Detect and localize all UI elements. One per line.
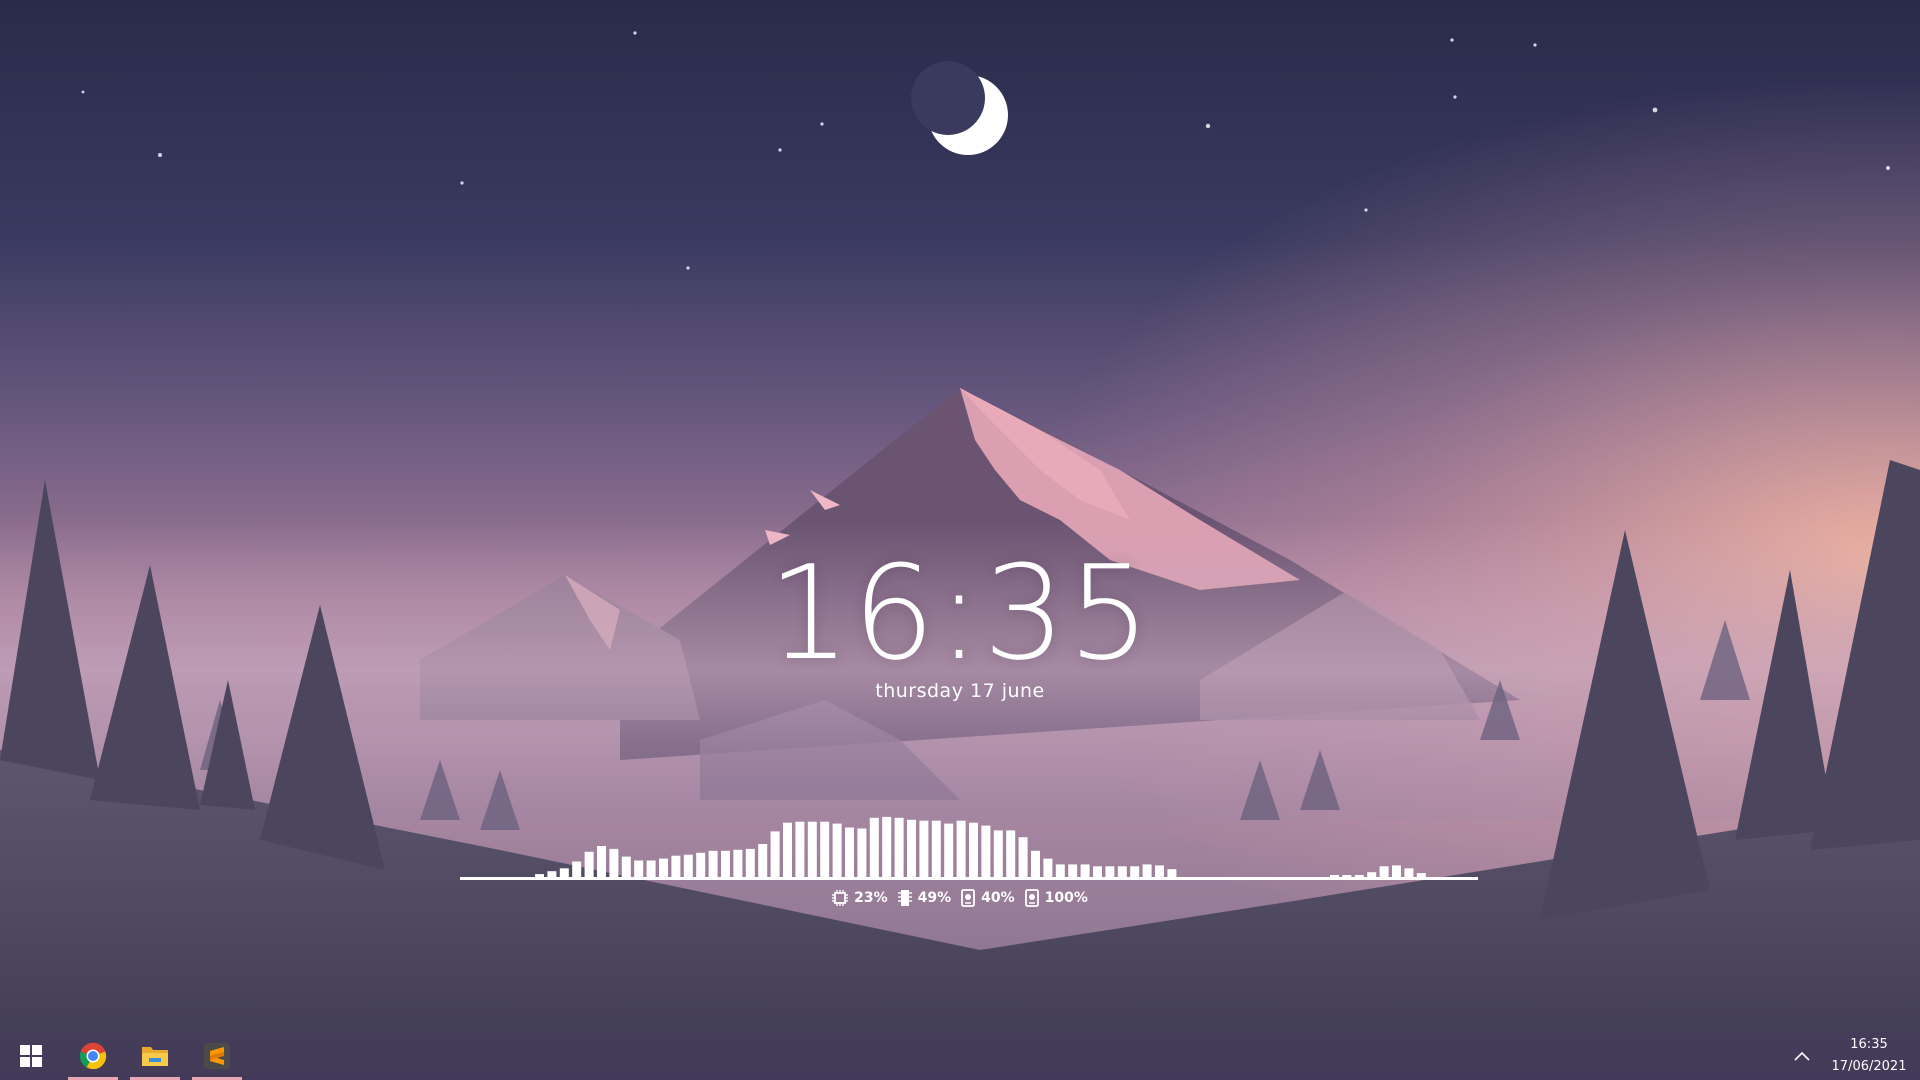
visualizer-bar <box>758 844 768 877</box>
visualizer-bar <box>820 821 830 877</box>
visualizer-bar <box>969 822 978 877</box>
visualizer-bar <box>956 820 966 877</box>
taskbar-sublime-button[interactable] <box>186 1032 248 1080</box>
visualizer-bar <box>646 860 656 877</box>
taskbar-chrome-button[interactable] <box>62 1032 124 1080</box>
visualizer-bar <box>671 855 681 877</box>
visualizer-bar <box>1105 866 1115 877</box>
disk-c-stat: 40% <box>961 889 1015 907</box>
desktop: 16:35 thursday 17 june 23% 49% 40% 100% … <box>0 0 1920 1080</box>
visualizer-bar <box>659 858 668 877</box>
audio-visualizer <box>535 816 1426 878</box>
visualizer-bar <box>919 820 929 877</box>
visualizer-right-bar <box>1392 865 1401 877</box>
chevron-up-icon <box>1794 1051 1810 1061</box>
start-button[interactable] <box>0 1032 62 1080</box>
visualizer-bar <box>894 817 904 877</box>
visualizer-bar <box>882 816 892 877</box>
visualizer-bar <box>1117 866 1127 877</box>
desktop-clock-date: thursday 17 june <box>875 680 1045 702</box>
sublime-text-icon <box>204 1043 230 1069</box>
visualizer-right-bar <box>1404 868 1414 877</box>
cpu-value: 23% <box>854 890 888 906</box>
ram-value: 49% <box>917 890 952 906</box>
visualizer-bar <box>696 852 706 878</box>
taskbar-explorer-button[interactable] <box>124 1032 186 1080</box>
visualizer-bar <box>572 861 582 877</box>
taskbar <box>0 1032 1920 1080</box>
visualizer-bar <box>857 828 867 877</box>
chrome-icon <box>79 1042 107 1070</box>
visualizer-bar <box>597 846 606 877</box>
visualizer-bar <box>584 851 594 877</box>
visualizer-bar <box>1080 864 1090 877</box>
visualizer-bar <box>1142 864 1152 877</box>
visualizer-bar <box>1043 858 1053 877</box>
tray-time: 16:35 <box>1850 1037 1888 1052</box>
visualizer-bar <box>721 850 730 877</box>
visualizer-bar <box>1018 837 1028 877</box>
visualizer-bar <box>634 860 644 877</box>
visualizer-bar <box>1068 864 1078 877</box>
visualizer-bar <box>993 830 1003 877</box>
disk-d-stat: 100% <box>1024 889 1088 907</box>
disk-d-value: 100% <box>1044 890 1088 906</box>
hard-drive-icon <box>1024 889 1039 907</box>
visualizer-bar <box>621 856 631 877</box>
visualizer-bar <box>832 823 842 877</box>
disk-c-value: 40% <box>981 890 1015 906</box>
visualizer-bar <box>907 819 916 877</box>
visualizer-bar <box>770 831 780 877</box>
visualizer-bar <box>931 820 941 877</box>
visualizer-baseline <box>460 877 1478 880</box>
desktop-clock-time: 16:35 <box>767 537 1153 689</box>
hard-drive-icon <box>961 889 976 907</box>
ram-stat: 49% <box>897 889 952 907</box>
tray-date: 17/06/2021 <box>1831 1059 1907 1074</box>
visualizer-bar <box>845 827 854 877</box>
visualizer-bar <box>1167 869 1177 877</box>
visualizer-right-bar <box>1379 866 1389 877</box>
windows-start-icon <box>20 1045 42 1067</box>
visualizer-bar <box>1130 866 1140 877</box>
visualizer-bar <box>869 817 879 877</box>
visualizer-bar <box>708 850 718 877</box>
visualizer-bar <box>1006 830 1016 877</box>
visualizer-bar <box>683 854 693 877</box>
visualizer-bar <box>1155 865 1164 877</box>
visualizer-bar <box>733 849 743 877</box>
visualizer-bar <box>944 823 954 877</box>
cpu-stat: 23% <box>832 890 888 906</box>
visualizer-bar <box>981 825 991 877</box>
visualizer-bar <box>795 821 805 877</box>
visualizer-bar <box>807 821 817 877</box>
cpu-chip-icon <box>832 890 849 906</box>
tray-show-hidden-icons-button[interactable] <box>1788 1032 1816 1080</box>
tray-clock[interactable]: 16:35 17/06/2021 <box>1818 1034 1920 1080</box>
system-stats: 23% 49% 40% 100% <box>0 889 1920 907</box>
memory-stick-icon <box>897 890 912 906</box>
visualizer-bar <box>783 822 792 877</box>
visualizer-bar <box>1093 866 1102 877</box>
visualizer-bar <box>609 848 619 877</box>
visualizer-bar <box>1031 850 1040 877</box>
visualizer-bar <box>1055 864 1065 877</box>
file-explorer-icon <box>142 1047 168 1066</box>
visualizer-bar <box>559 868 569 877</box>
visualizer-bar <box>745 848 755 877</box>
